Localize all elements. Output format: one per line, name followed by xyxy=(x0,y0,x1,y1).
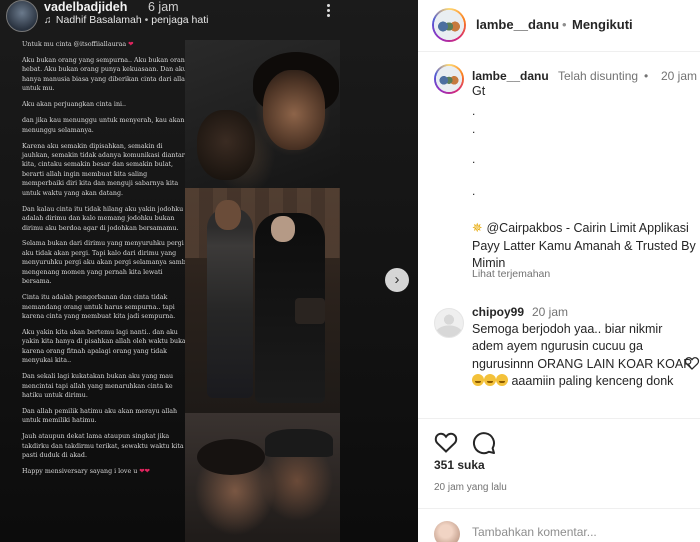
follow-status-button[interactable]: Mengikuti xyxy=(572,17,633,32)
caption-avatar[interactable] xyxy=(434,64,464,94)
caption-promo: ✵ @Cairpakbos - Cairin Limit Applikasi Pa… xyxy=(472,220,698,273)
letter-line: dan jika kau menunggu untuk menyerah, ka… xyxy=(22,117,185,134)
heart-icon: ❤ xyxy=(128,41,134,48)
viewer-avatar xyxy=(434,521,460,542)
post-age: 20 jam yang lalu xyxy=(434,482,507,493)
more-options-icon[interactable] xyxy=(320,2,336,22)
like-count[interactable]: 351 suka xyxy=(434,458,485,472)
letter-line: Happy mensiversary sayang i love u ❤❤ xyxy=(22,468,150,476)
comment-username[interactable]: chipoy99 xyxy=(472,305,524,319)
music-artist: Nadhif Basalamah xyxy=(55,14,142,26)
letter-line: Dan sekali lagi kukatakan bukan aku yang… xyxy=(22,373,174,400)
heart-icon: ❤❤ xyxy=(139,468,150,476)
caption-edited-label: Telah disunting xyxy=(558,69,639,83)
letter-line: Dan allah pemilik hatimu aku akan merayu… xyxy=(22,408,178,425)
letter-line: Untuk mu cinta @itsoffiiallauraa ❤ xyxy=(22,41,134,48)
next-arrow-icon[interactable]: › xyxy=(385,268,409,292)
caption-username[interactable]: lambe__danu xyxy=(472,69,549,83)
see-translation-link[interactable]: Lihat terjemahan xyxy=(472,268,550,280)
add-comment-bar xyxy=(418,508,700,542)
caption-dot: . xyxy=(472,152,476,166)
caption-dot: . xyxy=(472,184,476,198)
letter-line: Selama bukan dari dirimu yang menyuruhku… xyxy=(22,240,190,286)
caption-time[interactable]: 20 jam xyxy=(661,69,697,83)
music-title: penjaga hati xyxy=(151,14,209,26)
couple-photo-selfie xyxy=(185,40,340,188)
comment-like-icon[interactable] xyxy=(684,356,700,370)
emoji-icon xyxy=(472,373,484,386)
couple-photo-closeup xyxy=(185,413,340,542)
story-music[interactable]: ♫ Nadhif Basalamah • penjaga hati xyxy=(44,14,208,26)
couple-photo-standing xyxy=(185,188,340,413)
comment-icon[interactable] xyxy=(472,431,496,455)
letter-line: Aku yakin kita akan bertemu lagi nanti..… xyxy=(22,328,190,365)
promo-text: @Cairpakbos - Cairin Limit Applikasi Pay… xyxy=(472,221,696,270)
author-avatar[interactable] xyxy=(432,8,466,42)
star-icon: ✵ xyxy=(472,221,483,235)
letter-line: Karena aku semakin dipisahkan, semakin d… xyxy=(22,142,189,197)
post-header: lambe__danu • Mengikuti xyxy=(418,0,700,52)
caption-dot: . xyxy=(472,104,476,118)
caption-text: Gt xyxy=(472,84,486,98)
author-username[interactable]: lambe__danu xyxy=(476,17,559,32)
post-sidebar: lambe__danu • Mengikuti lambe__danu Tela… xyxy=(418,0,700,542)
comment-text: Semoga berjodoh yaa.. biar nikmir adem a… xyxy=(472,322,693,388)
heart-icon[interactable] xyxy=(434,431,458,453)
comment-input[interactable] xyxy=(472,522,632,542)
letter-line: Aku akan perjuangkan cinta ini.. xyxy=(22,101,127,109)
emoji-icon xyxy=(484,373,496,386)
header-separator: • xyxy=(562,17,567,32)
letter-line: Dan kalau cinta itu tidak hilang aku yak… xyxy=(22,205,184,232)
post-media[interactable]: vadelbadjideh 6 jam ♫ Nadhif Basalamah •… xyxy=(0,0,418,542)
letter-line: Aku bukan orang yang sempurna.. Aku buka… xyxy=(22,56,189,93)
story-username[interactable]: vadelbadjideh xyxy=(44,0,127,14)
caption-dot: . xyxy=(472,122,476,136)
music-note-icon: ♫ xyxy=(44,15,52,26)
story-header: vadelbadjideh 6 jam ♫ Nadhif Basalamah •… xyxy=(0,0,346,38)
letter-line: Cinta itu adalah pengorbanan dan cinta t… xyxy=(22,294,176,320)
caption-separator: • xyxy=(644,69,649,83)
emoji-icon xyxy=(496,373,508,386)
story-letter: Untuk mu cinta @itsoffiiallauraa ❤ Aku b… xyxy=(22,40,190,483)
story-avatar[interactable] xyxy=(6,0,38,32)
commenter-avatar[interactable] xyxy=(434,308,464,338)
comment-time[interactable]: 20 jam xyxy=(532,305,568,319)
letter-line: Jauh ataupun dekat lama ataupun singkat … xyxy=(22,433,184,460)
story-time: 6 jam xyxy=(148,0,179,14)
